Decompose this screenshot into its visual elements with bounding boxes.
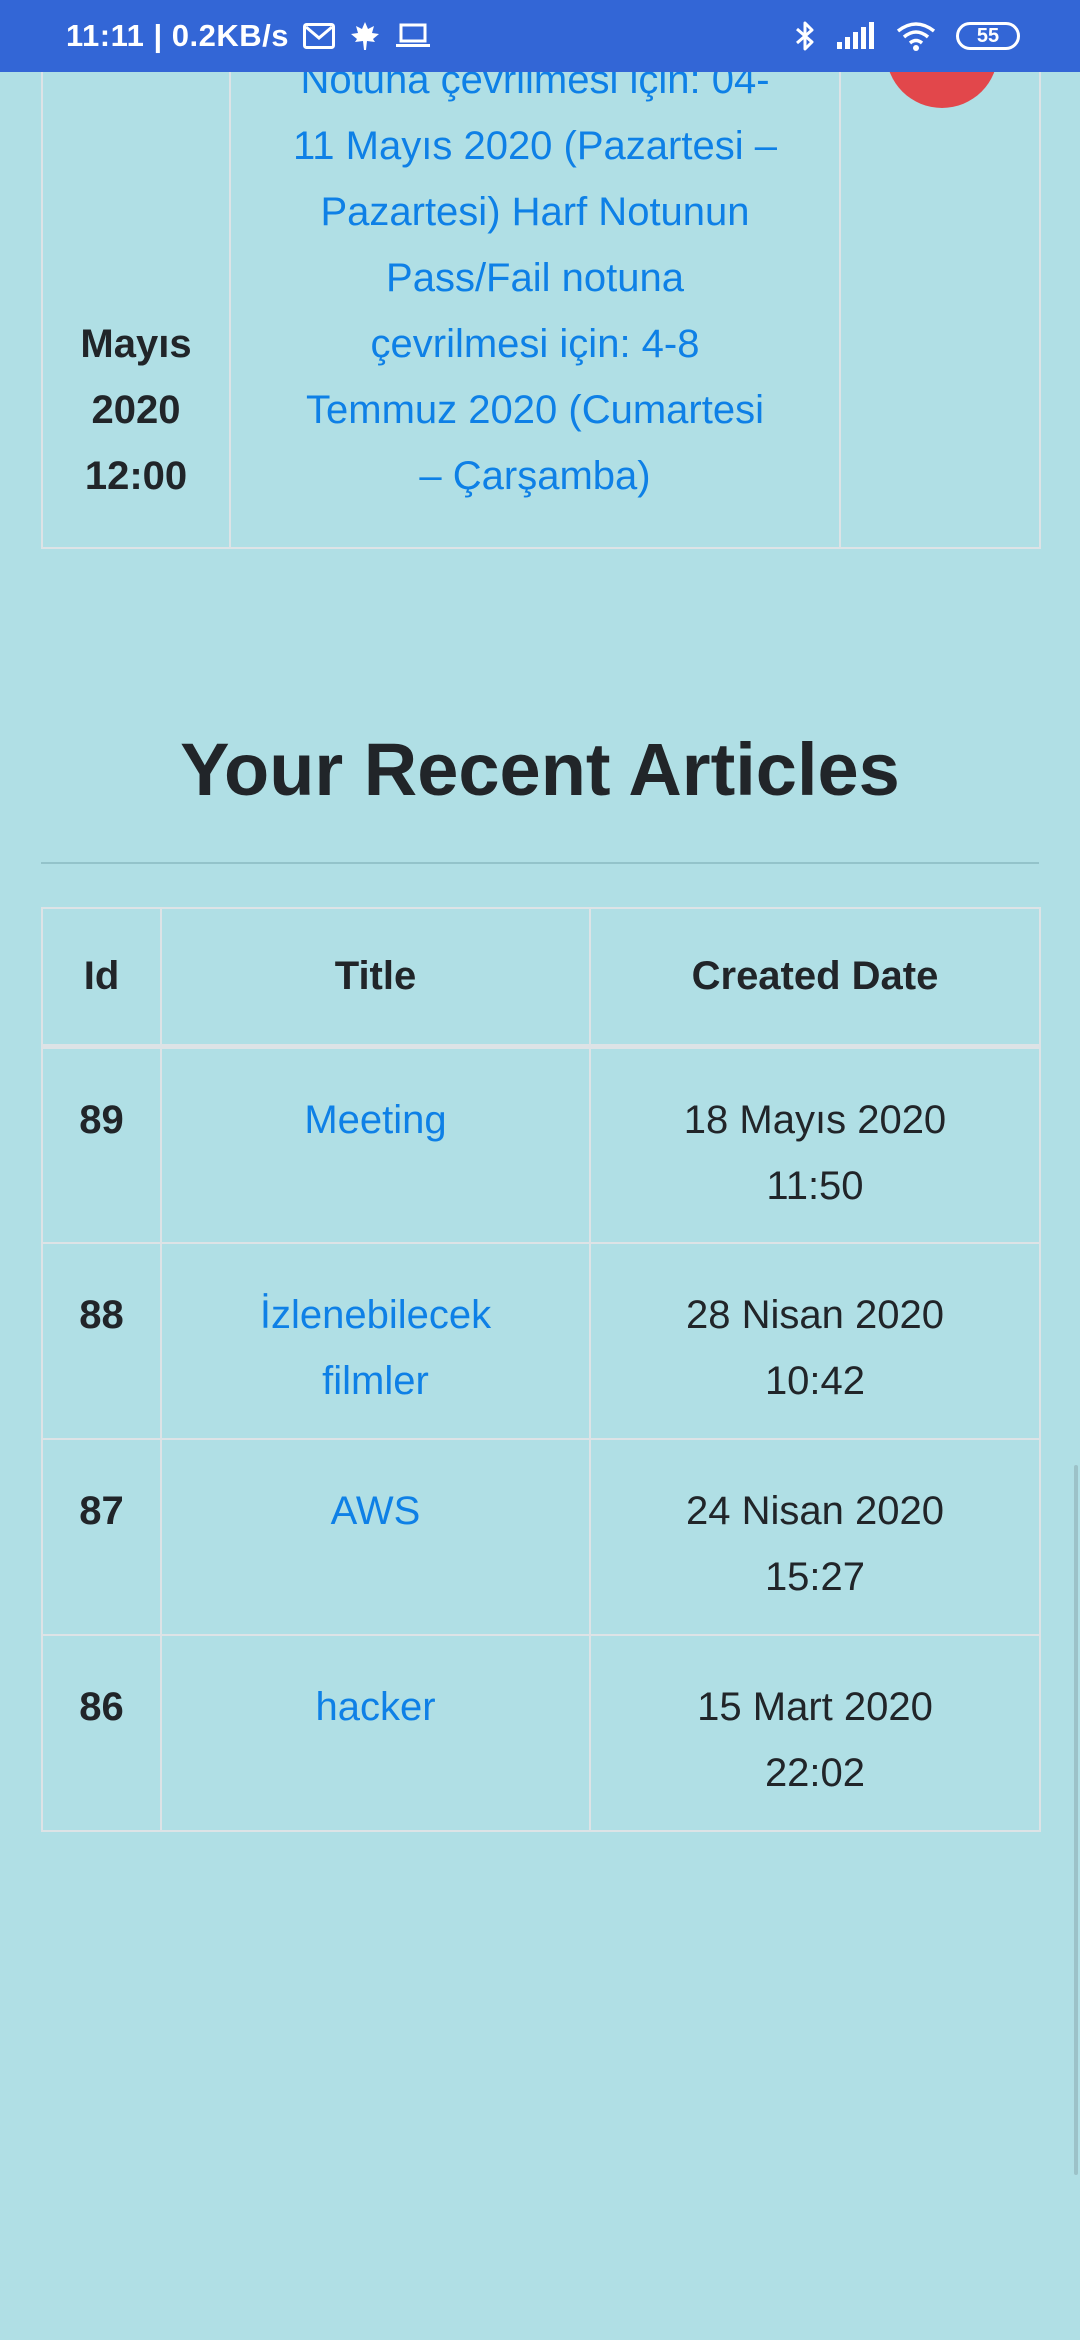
announcement-date: Mayıs 2020 12:00 [43,311,229,509]
wifi-icon [896,21,936,51]
article-created-date: 28 Nisan 2020 10:42 [589,1241,1041,1440]
table-row: Mayıs 2020 12:00 Notuna çevrilmesi için:… [41,0,1041,549]
column-header-id: Id [41,907,162,1049]
status-time-speed: 11:11 | 0.2KB/s [66,18,289,53]
announcement-line: Pazartesi) Harf Notunun [320,190,750,234]
article-title-link[interactable]: Meeting [304,1098,446,1142]
column-header-title: Title [160,907,591,1049]
article-time: 15:27 [764,1554,866,1599]
article-title-link[interactable]: İzlenebilecek filmler [260,1293,491,1403]
article-id: 87 [41,1437,162,1636]
announcement-line: Temmuz 2020 (Cumartesi [306,388,764,432]
table-row: 89 Meeting 18 Mayıs 2020 11:50 [41,1045,1041,1244]
article-id: 86 [41,1633,162,1832]
table-row: 86 hacker 15 Mart 2020 22:02 [41,1633,1041,1832]
announcement-date-line: 2020 [91,388,181,432]
divider [41,862,1039,864]
article-date: 15 Mart 2020 [697,1684,933,1729]
announcement-line: – Çarşamba) [419,454,651,498]
article-time: 22:02 [764,1750,866,1795]
article-id: 89 [41,1045,162,1244]
article-date: 24 Nisan 2020 [686,1488,944,1533]
article-title-cell: AWS [160,1437,591,1636]
announcement-description-link[interactable]: Notuna çevrilmesi için: 04- 11 Mayıs 202… [231,47,839,509]
announcements-table: Mayıs 2020 12:00 Notuna çevrilmesi için:… [41,0,1041,549]
scrollbar[interactable] [1074,1465,1078,2175]
leaf-icon [349,20,381,52]
section-heading: Your Recent Articles [180,728,900,811]
announcement-line: 11 Mayıs 2020 (Pazartesi – [293,124,777,168]
table-row: 88 İzlenebilecek filmler 28 Nisan 2020 1… [41,1241,1041,1440]
status-right: 55 [774,0,1020,72]
article-title-cell: Meeting [160,1045,591,1244]
laptop-icon [395,23,431,49]
article-created-date: 15 Mart 2020 22:02 [589,1633,1041,1832]
column-header-created-date: Created Date [589,907,1041,1049]
article-date: 18 Mayıs 2020 [683,1098,947,1142]
announcement-line: çevrilmesi için: 4-8 [370,322,700,366]
announcement-date-line: 12:00 [84,454,188,498]
article-time: 10:42 [764,1358,866,1403]
table-row: 87 AWS 24 Nisan 2020 15:27 [41,1437,1041,1636]
announcement-action-cell [839,0,1041,549]
signal-icon [836,22,876,50]
announcement-date-cell: Mayıs 2020 12:00 [41,0,231,549]
article-created-date: 18 Mayıs 2020 11:50 [589,1045,1041,1244]
mail-icon [303,23,335,49]
article-title-link[interactable]: hacker [315,1685,435,1729]
article-created-date: 24 Nisan 2020 15:27 [589,1437,1041,1636]
article-title-cell: İzlenebilecek filmler [160,1241,591,1440]
articles-table: Id Title Created Date 89 Meeting 18 Mayı… [41,907,1041,1832]
status-left: 11:11 | 0.2KB/s [66,0,431,72]
article-title-line: İzlenebilecek [259,1292,492,1337]
announcement-description-cell: Notuna çevrilmesi için: 04- 11 Mayıs 202… [229,0,841,549]
article-title-link[interactable]: AWS [331,1489,421,1533]
status-bar: 11:11 | 0.2KB/s 55 [0,0,1080,72]
article-title-cell: hacker [160,1633,591,1832]
article-time: 11:50 [766,1164,864,1208]
announcement-date-line: Mayıs [80,322,192,366]
article-date: 28 Nisan 2020 [686,1292,944,1337]
battery-indicator: 55 [956,22,1020,50]
table-header-row: Id Title Created Date [41,907,1041,1049]
article-id: 88 [41,1241,162,1440]
bluetooth-icon [794,20,816,52]
article-title-line: filmler [322,1358,429,1403]
announcement-line: Pass/Fail notuna [386,256,684,300]
